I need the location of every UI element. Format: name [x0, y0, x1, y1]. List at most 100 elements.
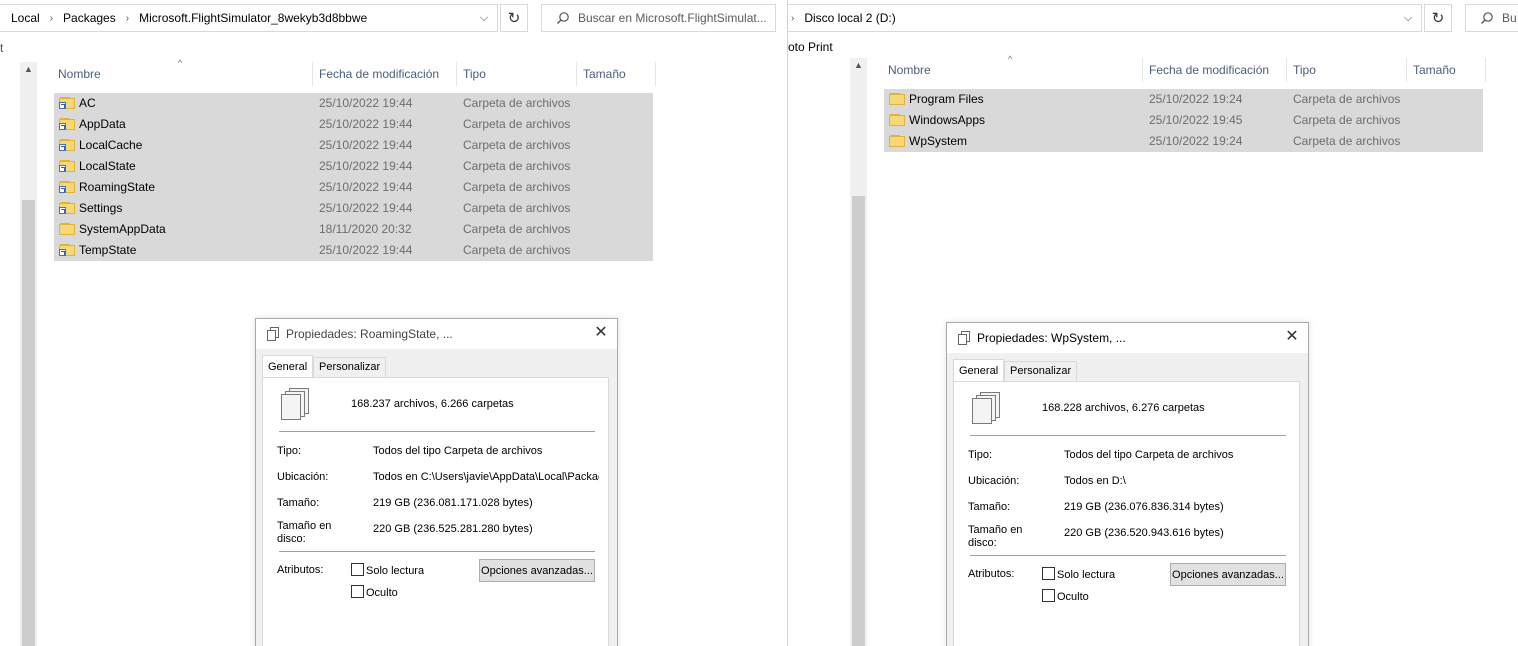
file-name: AppData: [79, 117, 126, 131]
search-placeholder: Buscar en Microsoft.FlightSimulat...: [578, 11, 767, 25]
chevron-down-icon[interactable]: ⌵: [1395, 5, 1421, 31]
table-row[interactable]: AC 25/10/2022 19:44 Carpeta de archivos: [54, 93, 653, 114]
type-label: Tipo:: [968, 449, 993, 461]
hidden-checkbox[interactable]: [1042, 589, 1055, 602]
readonly-label[interactable]: Solo lectura: [366, 565, 424, 578]
folder-icon: [59, 180, 75, 193]
column-header-label: Nombre: [58, 67, 101, 81]
column-header-type[interactable]: Tipo: [463, 62, 486, 86]
chevron-down-icon[interactable]: ⌵: [471, 5, 497, 31]
column-header-size[interactable]: Tamaño: [1413, 58, 1456, 82]
divider: [279, 551, 595, 552]
readonly-checkbox[interactable]: [1042, 567, 1055, 580]
column-header-name[interactable]: Nombre: [58, 62, 101, 86]
type-value: Todos del tipo Carpeta de archivos: [373, 445, 543, 457]
breadcrumb-item[interactable]: Local: [11, 11, 40, 25]
location-value: Todos en C:\Users\javie\AppData\Local\Pa…: [373, 471, 599, 483]
column-separator[interactable]: [1485, 58, 1486, 82]
file-name: WpSystem: [909, 134, 968, 148]
dialog-title-bar[interactable]: Propiedades: WpSystem, ... ✕: [947, 323, 1308, 353]
modified-date: 25/10/2022 19:44: [319, 243, 413, 257]
modified-date: 25/10/2022 19:44: [319, 138, 413, 152]
folder-icon: [59, 159, 75, 172]
address-bar[interactable]: Local › Packages › Microsoft.FlightSimul…: [0, 4, 498, 32]
refresh-button[interactable]: ↻: [1424, 4, 1452, 32]
table-row[interactable]: Settings 25/10/2022 19:44 Carpeta de archi…: [54, 198, 653, 219]
general-tab-panel: 168.237 archivos, 6.266 carpetas Tipo: T…: [262, 377, 609, 646]
disk-size-label: Tamaño en: [277, 520, 332, 532]
scroll-thumb[interactable]: [852, 196, 865, 646]
folder-icon: [889, 92, 905, 105]
advanced-options-button[interactable]: Opciones avanzadas...: [1170, 563, 1286, 586]
close-icon[interactable]: ✕: [1284, 329, 1300, 345]
table-row[interactable]: SystemAppData 18/11/2020 20:32 Carpeta de …: [54, 219, 653, 240]
dialog-title-bar[interactable]: Propiedades: RoamingState, ... ✕: [256, 319, 617, 349]
ribbon-fragment[interactable]: oto Print: [788, 41, 833, 54]
scroll-thumb[interactable]: [22, 200, 35, 646]
folder-icon: [59, 201, 75, 214]
advanced-options-button[interactable]: Opciones avanzadas...: [479, 559, 595, 582]
vertical-scrollbar[interactable]: ▲: [850, 58, 867, 646]
search-box[interactable]: Bu: [1465, 4, 1518, 32]
column-separator[interactable]: [576, 62, 577, 86]
file-type: Carpeta de archivos: [463, 243, 571, 257]
readonly-checkbox[interactable]: [351, 563, 364, 576]
hidden-label[interactable]: Oculto: [366, 587, 398, 600]
vertical-scrollbar[interactable]: ▲: [20, 62, 37, 646]
sort-ascending-icon: ^: [1008, 54, 1013, 64]
properties-dialog: Propiedades: WpSystem, ... ✕ General Per…: [946, 322, 1309, 646]
table-row[interactable]: Program Files 25/10/2022 19:24 Carpeta de …: [884, 89, 1483, 110]
general-tab-panel: 168.228 archivos, 6.276 carpetas Tipo: T…: [953, 381, 1300, 646]
address-bar[interactable]: › Disco local 2 (D:) ⌵: [788, 4, 1422, 32]
modified-date: 25/10/2022 19:45: [1149, 113, 1243, 127]
column-header-date[interactable]: Fecha de modificación: [319, 62, 439, 86]
refresh-button[interactable]: ↻: [500, 4, 528, 32]
hidden-label[interactable]: Oculto: [1057, 591, 1089, 604]
table-row[interactable]: WindowsApps 25/10/2022 19:45 Carpeta de ar…: [884, 110, 1483, 131]
column-separator[interactable]: [1406, 58, 1407, 82]
breadcrumb-item[interactable]: Packages: [63, 11, 116, 25]
column-separator[interactable]: [1142, 58, 1143, 82]
folder-icon: [59, 138, 75, 151]
table-row[interactable]: AppData 25/10/2022 19:44 Carpeta de archiv…: [54, 114, 653, 135]
search-box[interactable]: Buscar en Microsoft.FlightSimulat...: [541, 4, 776, 32]
modified-date: 18/11/2020 20:32: [319, 222, 412, 236]
tab-general[interactable]: General: [262, 355, 314, 377]
ribbon-fragment[interactable]: t: [0, 42, 3, 55]
file-name: SystemAppData: [79, 222, 166, 236]
scroll-up-icon[interactable]: ▲: [850, 60, 867, 70]
table-row[interactable]: TempState 25/10/2022 19:44 Carpeta de arch…: [54, 240, 653, 261]
column-separator[interactable]: [456, 62, 457, 86]
column-separator[interactable]: [1286, 58, 1287, 82]
tab-personalizar[interactable]: Personalizar: [1004, 361, 1078, 381]
shortcut-arrow-icon: [59, 249, 66, 256]
breadcrumb-item[interactable]: Disco local 2 (D:): [804, 11, 895, 25]
file-type: Carpeta de archivos: [463, 180, 571, 194]
column-separator[interactable]: [655, 62, 656, 86]
sort-ascending-icon: ^: [178, 58, 183, 68]
column-header-name[interactable]: Nombre: [888, 58, 931, 82]
disk-size-value: 220 GB (236.520.943.616 bytes): [1064, 527, 1224, 539]
scroll-up-icon[interactable]: ▲: [20, 64, 37, 74]
breadcrumb-separator-icon[interactable]: ›: [791, 13, 794, 24]
size-label: Tamaño:: [968, 501, 1011, 513]
column-header-size[interactable]: Tamaño: [583, 62, 626, 86]
readonly-label[interactable]: Solo lectura: [1057, 569, 1115, 582]
shortcut-arrow-icon: [59, 165, 66, 172]
column-separator[interactable]: [312, 62, 313, 86]
close-icon[interactable]: ✕: [593, 325, 609, 341]
table-row[interactable]: LocalState 25/10/2022 19:44 Carpeta de arc…: [54, 156, 653, 177]
file-name: RoamingState: [79, 180, 156, 194]
tab-personalizar[interactable]: Personalizar: [313, 357, 387, 377]
multiple-files-icon: [279, 388, 313, 422]
hidden-checkbox[interactable]: [351, 585, 364, 598]
breadcrumb-separator-icon[interactable]: ›: [50, 13, 53, 24]
table-row[interactable]: WpSystem 25/10/2022 19:24 Carpeta de archi…: [884, 131, 1483, 152]
column-header-date[interactable]: Fecha de modificación: [1149, 58, 1269, 82]
breadcrumb-item[interactable]: Microsoft.FlightSimulator_8wekyb3d8bbwe: [139, 11, 367, 25]
table-row[interactable]: RoamingState 25/10/2022 19:44 Carpeta de a…: [54, 177, 653, 198]
breadcrumb-separator-icon[interactable]: ›: [126, 13, 129, 24]
table-row[interactable]: LocalCache 25/10/2022 19:44 Carpeta de arc…: [54, 135, 653, 156]
column-header-type[interactable]: Tipo: [1293, 58, 1316, 82]
tab-general[interactable]: General: [953, 359, 1005, 381]
